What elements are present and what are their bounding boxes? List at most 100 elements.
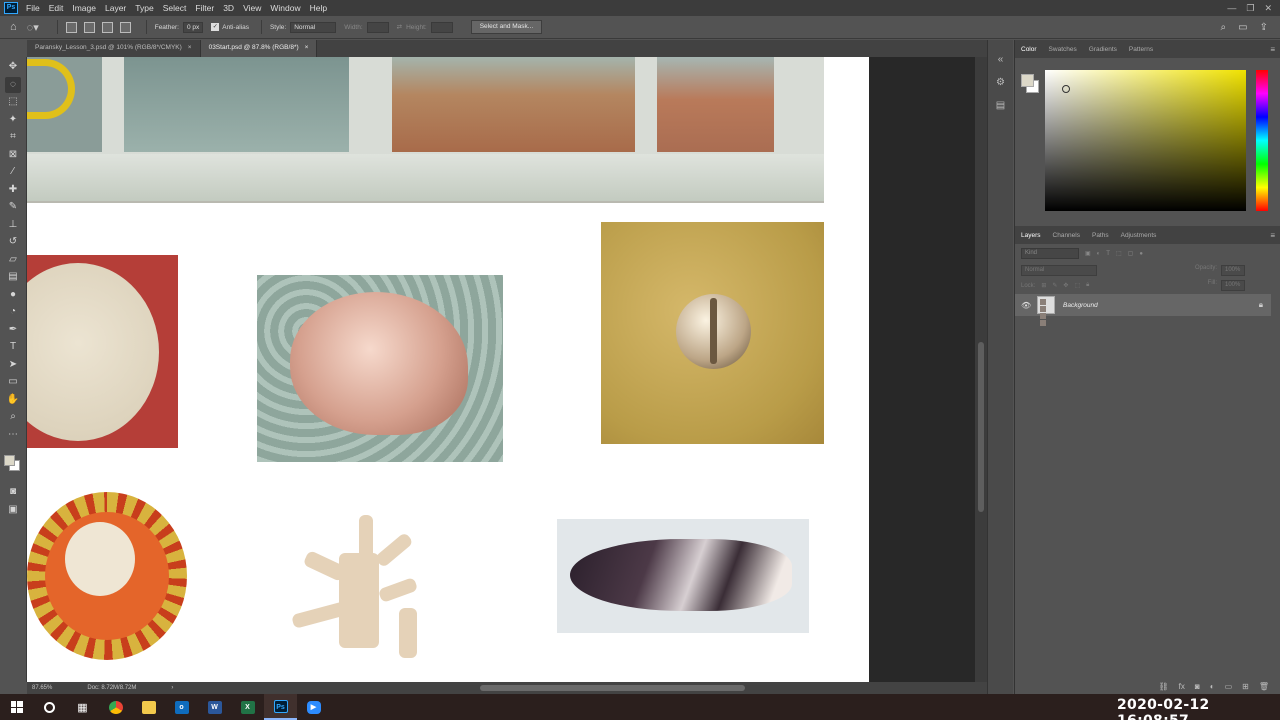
filter-kind-select[interactable]: Kind [1021, 248, 1079, 259]
share-icon[interactable]: ⇪ [1260, 22, 1268, 33]
taskbar-word[interactable]: W [198, 694, 231, 720]
taskbar-photoshop[interactable]: Ps [264, 694, 297, 720]
filter-pixel-icon[interactable]: ▣ [1085, 250, 1091, 257]
menu-view[interactable]: View [243, 3, 261, 13]
close-icon[interactable]: × [188, 44, 192, 53]
subtract-selection-icon[interactable] [101, 21, 113, 33]
lock-icon[interactable]: 🔒︎ [1259, 300, 1263, 310]
new-selection-icon[interactable] [65, 21, 77, 33]
search-button[interactable] [33, 694, 66, 720]
screen-mode-icon[interactable]: ▣ [5, 502, 21, 518]
type-tool-icon[interactable]: T [5, 339, 21, 355]
restore-icon[interactable]: ❐ [1246, 3, 1254, 14]
new-group-icon[interactable]: ▭ [1225, 682, 1233, 691]
lock-position-icon[interactable]: ✥ [1063, 282, 1068, 289]
tab-paransky-lesson[interactable]: Paransky_Lesson_3.psd @ 101% (RGB/8*/CMY… [27, 40, 201, 57]
color-picker-ring[interactable] [1062, 85, 1070, 93]
menu-3d[interactable]: 3D [223, 3, 234, 13]
taskbar-outlook[interactable]: o [165, 694, 198, 720]
intersect-selection-icon[interactable] [119, 21, 131, 33]
brush-tool-icon[interactable]: ✎ [5, 199, 21, 215]
tab-swatches[interactable]: Swatches [1049, 46, 1077, 53]
add-mask-icon[interactable]: ◙ [1195, 682, 1200, 691]
feather-input[interactable]: 0 px [182, 21, 204, 33]
clone-stamp-tool-icon[interactable]: ⊥ [5, 217, 21, 233]
status-menu-arrow[interactable]: › [171, 685, 173, 691]
layer-style-icon[interactable]: fx [1179, 682, 1185, 691]
taskbar-explorer[interactable] [132, 694, 165, 720]
saturation-brightness-field[interactable] [1045, 70, 1246, 211]
style-select[interactable]: Normal [290, 21, 337, 33]
foreground-color-swatch[interactable] [1021, 74, 1034, 87]
tab-gradients[interactable]: Gradients [1089, 46, 1117, 53]
dodge-tool-icon[interactable]: ◔ [5, 304, 21, 320]
menu-edit[interactable]: Edit [49, 3, 64, 13]
tab-color[interactable]: Color [1021, 46, 1037, 53]
swap-icon[interactable]: ⇄ [397, 23, 402, 31]
start-button[interactable] [0, 694, 33, 720]
tab-layers[interactable]: Layers [1021, 232, 1041, 239]
libraries-icon[interactable]: ▤ [996, 100, 1005, 111]
add-selection-icon[interactable] [83, 21, 95, 33]
menu-filter[interactable]: Filter [195, 3, 214, 13]
filter-shape-icon[interactable]: ⬚ [1116, 250, 1122, 257]
new-layer-icon[interactable]: ⊞ [1242, 682, 1249, 691]
fill-input[interactable]: 100% [1221, 280, 1245, 291]
filter-type-icon[interactable]: T [1106, 251, 1110, 257]
canvas-area[interactable] [27, 57, 987, 682]
select-and-mask-button[interactable]: Select and Mask... [470, 20, 543, 34]
adjustment-layer-icon[interactable]: ◐ [1210, 682, 1215, 691]
pen-tool-icon[interactable]: ✒ [5, 322, 21, 338]
scrollbar-thumb[interactable] [978, 342, 984, 512]
tab-03start[interactable]: 03Start.psd @ 87.8% (RGB/8*) × [200, 40, 318, 57]
filter-smart-object-icon[interactable]: ▢ [1128, 250, 1134, 257]
panel-menu-icon[interactable]: ≡ [1270, 231, 1275, 240]
move-tool-icon[interactable]: ✥ [5, 59, 21, 75]
tab-adjustments[interactable]: Adjustments [1121, 232, 1157, 239]
filter-toggle-icon[interactable]: ● [1139, 251, 1143, 257]
magic-wand-tool-icon[interactable]: ✦ [5, 112, 21, 128]
opacity-input[interactable]: 100% [1221, 265, 1245, 276]
rectangle-tool-icon[interactable]: ▭ [5, 374, 21, 390]
menu-help[interactable]: Help [310, 3, 327, 13]
width-input[interactable] [366, 21, 389, 33]
height-input[interactable] [430, 21, 453, 33]
blend-mode-select[interactable]: Normal [1021, 265, 1097, 276]
foreground-color-swatch[interactable] [4, 455, 15, 466]
quick-mask-icon[interactable]: ◙ [5, 484, 21, 500]
filter-adjustment-icon[interactable]: ◐ [1097, 251, 1101, 257]
healing-brush-tool-icon[interactable]: ✚ [5, 182, 21, 198]
tab-patterns[interactable]: Patterns [1129, 46, 1153, 53]
hand-tool-icon[interactable]: ✋ [5, 392, 21, 408]
lock-artboard-icon[interactable]: ⬚ [1074, 282, 1080, 289]
lasso-tool-icon[interactable]: ◌ [5, 76, 21, 93]
task-view-button[interactable]: ▦ [66, 694, 99, 720]
lock-pixels-icon[interactable]: ⊞ [1041, 282, 1046, 289]
layer-row-background[interactable]: 👁︎ Background 🔒︎ [1015, 294, 1271, 326]
menu-type[interactable]: Type [135, 3, 153, 13]
menu-select[interactable]: Select [163, 3, 187, 13]
delete-layer-icon[interactable]: 🗑︎ [1259, 682, 1269, 691]
hue-slider[interactable] [1256, 70, 1268, 211]
visibility-eye-icon[interactable]: 👁︎ [1021, 301, 1033, 310]
search-icon[interactable]: ⌕ [1221, 22, 1227, 33]
path-selection-tool-icon[interactable]: ➤ [5, 357, 21, 373]
taskbar-zoom[interactable]: ▶ [297, 694, 330, 720]
object-selection-tool-icon[interactable]: ⬚ [5, 94, 21, 110]
layer-name[interactable]: Background [1063, 302, 1098, 309]
more-tools-icon[interactable]: ⋯ [5, 427, 21, 443]
menu-file[interactable]: File [26, 3, 40, 13]
lasso-tool-preset-icon[interactable]: ◌▾ [27, 21, 39, 34]
taskbar-excel[interactable]: X [231, 694, 264, 720]
panel-menu-icon[interactable]: ≡ [1270, 45, 1275, 54]
document-canvas[interactable] [27, 57, 869, 682]
workspace-icon[interactable]: ▭ [1238, 22, 1247, 33]
link-layers-icon[interactable]: ⛓ [1159, 682, 1169, 691]
tab-channels[interactable]: Channels [1053, 232, 1080, 239]
history-brush-tool-icon[interactable]: ↺ [5, 234, 21, 250]
eyedropper-tool-icon[interactable]: ⁄ [5, 164, 21, 180]
taskbar-chrome[interactable] [99, 694, 132, 720]
menu-image[interactable]: Image [72, 3, 96, 13]
zoom-tool-icon[interactable]: ⌕ [5, 409, 21, 425]
frame-tool-icon[interactable]: ⊠ [5, 147, 21, 163]
